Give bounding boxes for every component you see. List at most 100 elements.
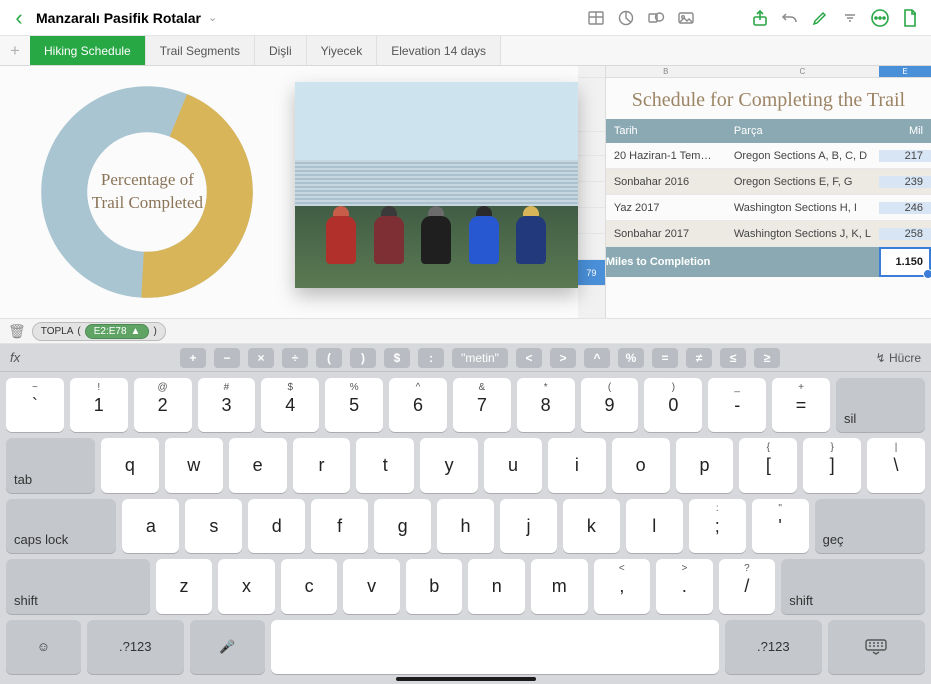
key-3[interactable]: #3 bbox=[198, 378, 256, 432]
insert-shape-icon[interactable] bbox=[643, 5, 669, 31]
key-'[interactable]: "' bbox=[752, 499, 809, 553]
donut-chart[interactable]: Percentage of Trail Completed bbox=[0, 66, 295, 318]
key-k[interactable]: k bbox=[563, 499, 620, 553]
key-q[interactable]: q bbox=[101, 438, 159, 492]
key-[[interactable]: {[ bbox=[739, 438, 797, 492]
key-/[interactable]: ?/ bbox=[719, 559, 776, 613]
share-icon[interactable] bbox=[747, 5, 773, 31]
formula-bar[interactable]: 🗑 TOPLA ( E2:E78 ▲ ) bbox=[0, 318, 931, 344]
key-4[interactable]: $4 bbox=[261, 378, 319, 432]
op-gt[interactable]: > bbox=[550, 348, 576, 368]
key-9[interactable]: (9 bbox=[581, 378, 639, 432]
canvas-area[interactable]: Percentage of Trail Completed 79 B C E S… bbox=[0, 66, 931, 318]
table-row[interactable]: Sonbahar 2017 Washington Sections J, K, … bbox=[606, 221, 931, 247]
key-7[interactable]: &7 bbox=[453, 378, 511, 432]
tab-hiking-schedule[interactable]: Hiking Schedule bbox=[30, 36, 146, 65]
key-tab[interactable]: tab bbox=[6, 438, 95, 492]
key-capslock[interactable]: caps lock bbox=[6, 499, 116, 553]
key-`[interactable]: ~` bbox=[6, 378, 64, 432]
schedule-table[interactable]: B C E Schedule for Completing the Trail … bbox=[606, 66, 931, 318]
op-gte[interactable]: ≥ bbox=[754, 348, 780, 368]
key-h[interactable]: h bbox=[437, 499, 494, 553]
key-s[interactable]: s bbox=[185, 499, 242, 553]
op-caret[interactable]: ^ bbox=[584, 348, 610, 368]
more-icon[interactable] bbox=[867, 5, 893, 31]
key-shift-left[interactable]: shift bbox=[6, 559, 150, 613]
col-header-c[interactable]: C bbox=[726, 66, 879, 77]
op-lt[interactable]: < bbox=[516, 348, 542, 368]
key-c[interactable]: c bbox=[281, 559, 338, 613]
col-header-e[interactable]: E bbox=[879, 66, 931, 77]
formula-function-chip[interactable]: TOPLA ( E2:E78 ▲ ) bbox=[32, 322, 166, 341]
key-symbols-right[interactable]: .?123 bbox=[725, 620, 822, 674]
key-w[interactable]: w bbox=[165, 438, 223, 492]
key-i[interactable]: i bbox=[548, 438, 606, 492]
key-e[interactable]: e bbox=[229, 438, 287, 492]
table-row[interactable]: 20 Haziran-1 Temmuz 2016 Oregon Sections… bbox=[606, 143, 931, 169]
filter-icon[interactable] bbox=[837, 5, 863, 31]
key-b[interactable]: b bbox=[406, 559, 463, 613]
title-chevron-icon[interactable]: ⌄ bbox=[208, 11, 217, 24]
op-dollar[interactable]: $ bbox=[384, 348, 410, 368]
row-number-selected[interactable]: 79 bbox=[578, 260, 605, 286]
key-;[interactable]: :; bbox=[689, 499, 746, 553]
key-5[interactable]: %5 bbox=[325, 378, 383, 432]
op-minus[interactable]: − bbox=[214, 348, 240, 368]
key-1[interactable]: !1 bbox=[70, 378, 128, 432]
key-u[interactable]: u bbox=[484, 438, 542, 492]
back-chevron-icon[interactable]: ‹ bbox=[8, 5, 30, 31]
new-sheet-icon[interactable] bbox=[897, 5, 923, 31]
key-delete[interactable]: sil bbox=[836, 378, 925, 432]
key-z[interactable]: z bbox=[156, 559, 213, 613]
op-rparen[interactable]: ) bbox=[350, 348, 376, 368]
fx-label[interactable]: fx bbox=[10, 350, 34, 365]
key-l[interactable]: l bbox=[626, 499, 683, 553]
key-space[interactable] bbox=[271, 620, 719, 674]
key-6[interactable]: ^6 bbox=[389, 378, 447, 432]
key-m[interactable]: m bbox=[531, 559, 588, 613]
op-plus[interactable]: + bbox=[180, 348, 206, 368]
op-neq[interactable]: ≠ bbox=[686, 348, 712, 368]
op-lte[interactable]: ≤ bbox=[720, 348, 746, 368]
key-v[interactable]: v bbox=[343, 559, 400, 613]
key-symbols-left[interactable]: .?123 bbox=[87, 620, 184, 674]
key--[interactable]: _- bbox=[708, 378, 766, 432]
key-0[interactable]: )0 bbox=[644, 378, 702, 432]
key-emoji[interactable]: ☺ bbox=[6, 620, 81, 674]
insert-table-icon[interactable] bbox=[583, 5, 609, 31]
footer-total-cell[interactable]: 1.150 bbox=[879, 247, 931, 277]
key-d[interactable]: d bbox=[248, 499, 305, 553]
delete-formula-icon[interactable]: 🗑 bbox=[8, 323, 26, 340]
cell-reference-button[interactable]: ↯ Hücre bbox=[876, 351, 921, 365]
key-a[interactable]: a bbox=[122, 499, 179, 553]
tab-elevation[interactable]: Elevation 14 days bbox=[377, 36, 501, 65]
hero-photo[interactable] bbox=[295, 82, 578, 288]
op-lparen[interactable]: ( bbox=[316, 348, 342, 368]
key-dictate[interactable]: 🎤 bbox=[190, 620, 265, 674]
key-,[interactable]: <, bbox=[594, 559, 651, 613]
key-.[interactable]: >. bbox=[656, 559, 713, 613]
key-hide-keyboard[interactable] bbox=[828, 620, 925, 674]
key-r[interactable]: r bbox=[293, 438, 351, 492]
key-shift-right[interactable]: shift bbox=[781, 559, 925, 613]
key-t[interactable]: t bbox=[356, 438, 414, 492]
formula-range-chip[interactable]: E2:E78 ▲ bbox=[85, 324, 150, 339]
tab-yiyecek[interactable]: Yiyecek bbox=[307, 36, 378, 65]
document-title[interactable]: Manzaralı Pasifik Rotalar bbox=[36, 10, 201, 26]
op-eq[interactable]: = bbox=[652, 348, 678, 368]
key-g[interactable]: g bbox=[374, 499, 431, 553]
op-div[interactable]: ÷ bbox=[282, 348, 308, 368]
key-n[interactable]: n bbox=[468, 559, 525, 613]
key-f[interactable]: f bbox=[311, 499, 368, 553]
key-8[interactable]: *8 bbox=[517, 378, 575, 432]
key-o[interactable]: o bbox=[612, 438, 670, 492]
key-return[interactable]: geç bbox=[815, 499, 925, 553]
insert-chart-icon[interactable] bbox=[613, 5, 639, 31]
key-][interactable]: }] bbox=[803, 438, 861, 492]
format-brush-icon[interactable] bbox=[807, 5, 833, 31]
tab-trail-segments[interactable]: Trail Segments bbox=[146, 36, 255, 65]
table-row[interactable]: Yaz 2017 Washington Sections H, I 246 bbox=[606, 195, 931, 221]
col-header-b[interactable]: B bbox=[606, 66, 726, 77]
home-indicator[interactable] bbox=[396, 677, 536, 681]
undo-icon[interactable] bbox=[777, 5, 803, 31]
